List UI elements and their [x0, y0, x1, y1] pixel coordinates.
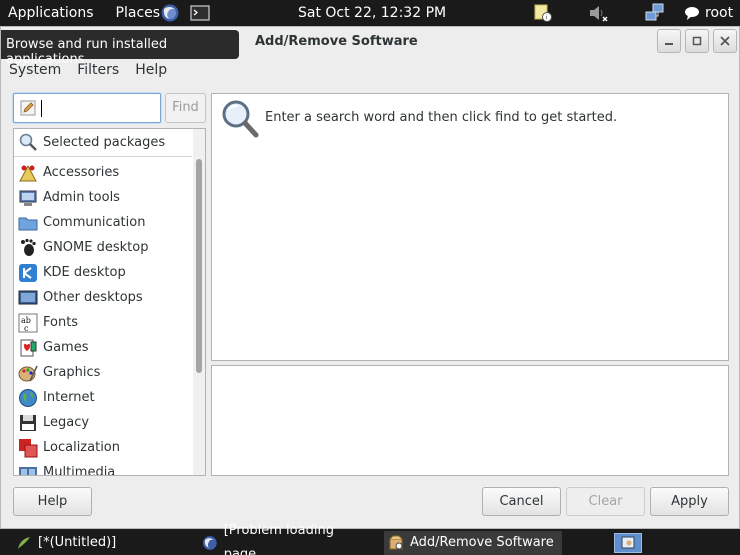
- firefox-icon: [202, 536, 217, 550]
- minimize-icon: [665, 43, 673, 45]
- workspace-switcher[interactable]: [614, 533, 642, 553]
- chat-icon[interactable]: [684, 3, 700, 23]
- add-remove-software-window: Add/Remove Software Browse and run insta…: [0, 26, 740, 529]
- selected-packages-label: Selected packages: [43, 135, 166, 150]
- group-list[interactable]: Selected packages Accessories Admin tool…: [13, 128, 206, 476]
- terminal-icon[interactable]: [190, 3, 210, 23]
- package-icon: [389, 535, 403, 550]
- maximize-icon: [692, 36, 702, 46]
- update-notifier-icon[interactable]: i: [533, 3, 553, 23]
- group-item-games[interactable]: Games: [14, 335, 192, 360]
- group-item-other-desktops[interactable]: Other desktops: [14, 285, 192, 310]
- group-label: Internet: [43, 390, 95, 405]
- help-button[interactable]: Help: [13, 487, 92, 516]
- bottom-panel: [*(Untitled)] [Problem loading page... A…: [0, 523, 740, 555]
- multimedia-icon: [19, 466, 37, 475]
- group-item-fonts[interactable]: ab c Fonts: [14, 310, 192, 335]
- fonts-icon: abc: [18, 313, 38, 333]
- group-label: Graphics: [43, 365, 101, 380]
- clear-button[interactable]: Clear: [566, 487, 645, 516]
- group-label: GNOME desktop: [43, 240, 149, 255]
- legacy-icon: [20, 414, 36, 431]
- task-add-remove-software[interactable]: Add/Remove Software: [384, 531, 562, 555]
- applications-menu[interactable]: Applications: [0, 0, 102, 26]
- find-button[interactable]: Find: [165, 93, 206, 123]
- group-item-graphics[interactable]: Graphics: [14, 360, 192, 385]
- details-pane: [211, 365, 729, 476]
- text-caret: [41, 100, 42, 117]
- group-label: Multimedia: [43, 465, 116, 476]
- group-label: Fonts: [43, 315, 79, 330]
- selected-packages-row[interactable]: Selected packages: [14, 129, 192, 157]
- user-menu[interactable]: root: [705, 0, 733, 26]
- menubar: System Filters Help: [1, 59, 739, 83]
- clock[interactable]: Sat Oct 22, 12:32 PM: [298, 0, 446, 26]
- editor-icon: [18, 537, 30, 549]
- search-magnifier-icon: [222, 100, 259, 138]
- close-button[interactable]: [713, 29, 737, 53]
- menu-system[interactable]: System: [1, 59, 69, 83]
- group-label: Legacy: [43, 415, 90, 430]
- group-item-admin-tools[interactable]: Admin tools: [14, 185, 192, 210]
- top-panel: Applications Places Sat Oct 22, 12:32 PM…: [0, 0, 740, 26]
- network-icon[interactable]: [645, 3, 665, 23]
- task-problem-loading[interactable]: [Problem loading page...: [202, 523, 380, 555]
- group-label: Accessories: [43, 165, 120, 180]
- menu-filters[interactable]: Filters: [69, 59, 127, 83]
- graphics-icon: [18, 365, 38, 381]
- group-item-legacy[interactable]: Legacy: [14, 410, 192, 435]
- window-title: Add/Remove Software: [255, 34, 418, 49]
- workspace-window-icon: [621, 536, 635, 549]
- group-item-internet[interactable]: Internet: [14, 385, 192, 410]
- search-input[interactable]: [13, 93, 161, 123]
- magnifier-icon: [19, 133, 37, 151]
- maximize-button[interactable]: [685, 29, 709, 53]
- group-label: Localization: [43, 440, 120, 455]
- accessories-icon: [19, 164, 37, 181]
- games-icon: [20, 339, 37, 356]
- minimize-button[interactable]: [657, 29, 681, 53]
- internet-icon: [19, 388, 37, 407]
- admin-tools-icon: [19, 190, 37, 206]
- scrollbar-thumb[interactable]: [196, 159, 202, 373]
- group-item-accessories[interactable]: Accessories: [14, 160, 192, 185]
- group-item-multimedia[interactable]: Multimedia: [14, 460, 192, 476]
- desktop-icon: [18, 290, 38, 304]
- volume-muted-icon[interactable]: [588, 3, 608, 23]
- group-label: Communication: [43, 215, 146, 230]
- group-label: KDE desktop: [43, 265, 126, 280]
- close-icon: [720, 36, 730, 46]
- task-untitled[interactable]: [*(Untitled)]: [16, 531, 196, 555]
- apply-button[interactable]: Apply: [650, 487, 729, 516]
- task-label: [*(Untitled)]: [38, 535, 117, 550]
- search-hint: Enter a search word and then click find …: [265, 110, 618, 125]
- svg-text:c: c: [24, 324, 29, 333]
- group-label: Games: [43, 340, 89, 355]
- group-label: Other desktops: [43, 290, 143, 305]
- localization-icon: [19, 438, 38, 457]
- firefox-icon[interactable]: [160, 3, 180, 23]
- group-label: Admin tools: [43, 190, 120, 205]
- group-item-kde-desktop[interactable]: KDE desktop: [14, 260, 192, 285]
- communication-icon: [18, 217, 38, 230]
- group-item-gnome-desktop[interactable]: GNOME desktop: [14, 235, 192, 260]
- group-item-localization[interactable]: Localization: [14, 435, 192, 460]
- menu-help[interactable]: Help: [127, 59, 175, 83]
- task-label: Add/Remove Software: [410, 535, 554, 550]
- tooltip: Browse and run installed applications: [1, 30, 239, 67]
- cancel-button[interactable]: Cancel: [482, 487, 561, 516]
- pencil-icon: [20, 100, 36, 116]
- results-pane[interactable]: Enter a search word and then click find …: [211, 93, 729, 361]
- gnome-icon: [21, 238, 36, 256]
- kde-icon: [19, 263, 37, 282]
- group-item-communication[interactable]: Communication: [14, 210, 192, 235]
- places-menu[interactable]: Places: [102, 0, 169, 26]
- task-label: [Problem loading page...: [223, 523, 334, 555]
